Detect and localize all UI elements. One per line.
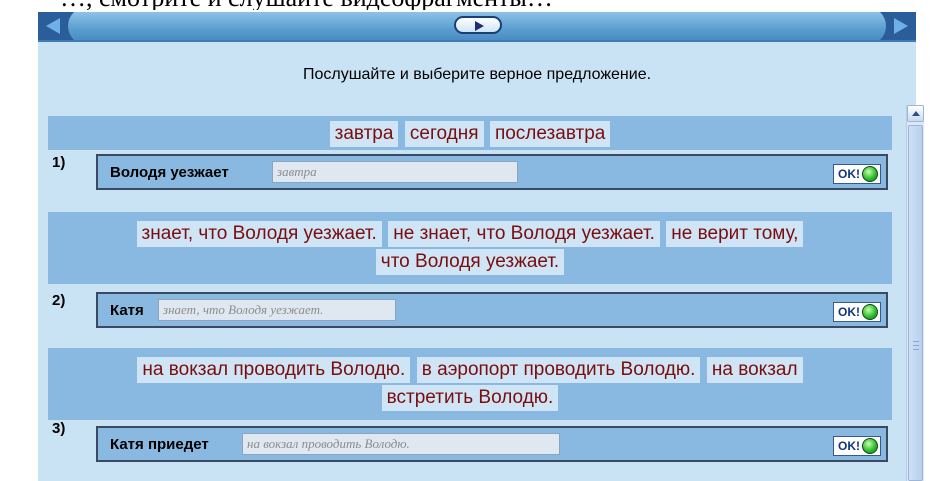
option-chip[interactable]: не верит тому, xyxy=(666,221,804,247)
options-band-3: на вокзал проводить Володю. в аэропорт п… xyxy=(48,348,892,420)
options-band-2: знает, что Володя уезжает. не знает, что… xyxy=(48,212,892,284)
next-arrow-icon[interactable] xyxy=(868,12,916,40)
sentence-subject: Катя приедет xyxy=(110,436,209,453)
answer-row-2: Катя знает, что Володя уезжает. OK! xyxy=(96,292,888,328)
option-chip[interactable]: не знает, что Володя уезжает. xyxy=(388,221,660,247)
ok-label: OK! xyxy=(838,167,860,181)
status-led-icon xyxy=(862,304,878,320)
option-chip[interactable]: на вокзал проводить Володю. xyxy=(137,357,411,383)
answer-field[interactable]: на вокзал проводить Володю. xyxy=(242,433,560,455)
answer-field[interactable]: завтра xyxy=(272,161,518,183)
navigation-bar xyxy=(38,12,916,42)
ok-button[interactable]: OK! xyxy=(833,436,881,456)
option-chip[interactable]: послезавтра xyxy=(489,121,611,147)
question-number: 1) xyxy=(52,154,66,171)
sentence-subject: Володя уезжает xyxy=(110,164,229,181)
option-chip[interactable]: на вокзал xyxy=(706,357,803,383)
option-chip[interactable]: что Володя уезжает. xyxy=(375,249,565,275)
option-chip[interactable]: встретить Володю. xyxy=(381,385,559,411)
status-led-icon xyxy=(862,166,878,182)
answer-row-3: Катя приедет на вокзал проводить Володю.… xyxy=(96,426,888,462)
option-chip[interactable]: завтра xyxy=(329,121,399,147)
option-chip[interactable]: в аэропорт проводить Володю. xyxy=(416,357,701,383)
cropped-heading-fragment: …, смотрите и слушайте видеофрагменты… xyxy=(60,0,880,10)
option-chip[interactable]: знает, что Володя уезжает. xyxy=(136,221,382,247)
exercise-player: Послушайте и выберите верное предложение… xyxy=(38,12,924,481)
scroll-thumb[interactable] xyxy=(908,125,923,481)
status-led-icon xyxy=(862,438,878,454)
question-number: 3) xyxy=(52,420,66,437)
ok-label: OK! xyxy=(838,439,860,453)
grip-icon xyxy=(913,341,919,350)
vertical-scrollbar[interactable] xyxy=(906,105,924,481)
scroll-up-arrow-icon[interactable] xyxy=(907,105,924,122)
ok-button[interactable]: OK! xyxy=(833,302,881,322)
prev-arrow-icon[interactable] xyxy=(38,12,86,40)
instruction-text: Послушайте и выберите верное предложение… xyxy=(302,66,652,83)
ok-button[interactable]: OK! xyxy=(833,164,881,184)
sentence-subject: Катя xyxy=(110,302,144,319)
option-chip[interactable]: сегодня xyxy=(404,121,484,147)
answer-row-1: Володя уезжает завтра OK! xyxy=(96,154,888,190)
ok-label: OK! xyxy=(838,305,860,319)
play-icon[interactable] xyxy=(454,16,502,34)
question-number: 2) xyxy=(52,292,66,309)
options-band-1: завтра сегодня послезавтра xyxy=(48,116,892,150)
answer-field[interactable]: знает, что Володя уезжает. xyxy=(158,299,396,321)
